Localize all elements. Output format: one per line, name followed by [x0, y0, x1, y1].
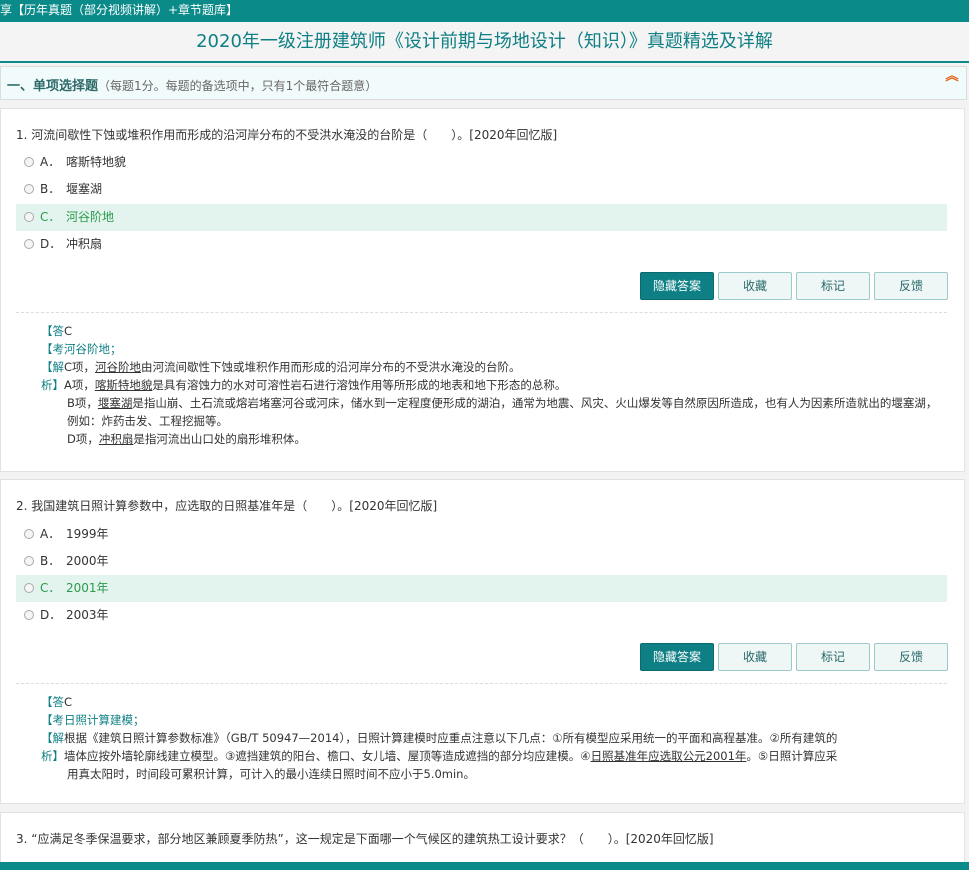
answer-row: 【答C: [41, 324, 73, 338]
option-b[interactable]: B． 堰塞湖: [16, 176, 947, 203]
collapse-icon[interactable]: ︽: [944, 70, 960, 91]
option-d[interactable]: D． 冲积扇: [16, 231, 947, 258]
option-a[interactable]: A． 1999年: [16, 521, 947, 548]
radio-icon[interactable]: [24, 583, 34, 593]
bottom-bar: [0, 862, 969, 870]
feedback-button[interactable]: 反馈: [874, 643, 948, 671]
radio-icon[interactable]: [24, 157, 34, 167]
top-breadcrumb-bar: 享【历年真题（部分视频讲解）+章节题库】: [0, 0, 969, 22]
radio-icon[interactable]: [24, 239, 34, 249]
point-row: 【考河谷阶地；: [41, 342, 122, 356]
question-card-1: 1. 河流间歇性下蚀或堆积作用而形成的沿河岸分布的不受洪水淹没的台阶是（ ）。[…: [0, 108, 965, 472]
breadcrumb: 享【历年真题（部分视频讲解）+章节题库】: [0, 3, 239, 17]
action-buttons: 隐藏答案 收藏 标记 反馈: [1, 643, 966, 671]
answer-analysis: 【答C 【考日照计算建模； 【解根据《建筑日照计算参数标准》（GB/T 5094…: [41, 693, 946, 783]
radio-icon[interactable]: [24, 212, 34, 222]
option-a[interactable]: A． 喀斯特地貌: [16, 149, 947, 176]
radio-icon[interactable]: [24, 610, 34, 620]
analysis-row: 析】墙体应按外墙轮廓线建立模型。③遮挡建筑的阳台、檐口、女儿墙、屋顶等造成遮挡的…: [41, 749, 838, 763]
analysis-row: 用真太阳时，时间段可累积计算，可计入的最小连续日照时间不应小于5.0min。: [67, 767, 475, 781]
page-title-bar: 2020年一级注册建筑师《设计前期与场地设计（知识）》真题精选及详解: [0, 22, 969, 63]
question-card-2: 2. 我国建筑日照计算参数中，应选取的日照基准年是（ ）。[2020年回忆版] …: [0, 479, 965, 804]
section-header[interactable]: 一、单项选择题（每题1分。每题的备选项中，只有1个最符合题意） ︽: [0, 66, 967, 100]
radio-icon[interactable]: [24, 529, 34, 539]
section-heading: 一、单项选择题（每题1分。每题的备选项中，只有1个最符合题意）: [7, 75, 377, 94]
hide-answer-button[interactable]: 隐藏答案: [640, 272, 714, 300]
question-text: 3. “应满足冬季保温要求，部分地区兼顾夏季防热”，这一规定是下面哪一个气候区的…: [16, 832, 714, 846]
analysis-row: 【解根据《建筑日照计算参数标准》（GB/T 50947—2014），日照计算建模…: [41, 731, 838, 745]
answer-row: 【答C: [41, 695, 73, 709]
section-note: （每题1分。每题的备选项中，只有1个最符合题意）: [98, 79, 378, 93]
radio-icon[interactable]: [24, 556, 34, 566]
option-b[interactable]: B． 2000年: [16, 548, 947, 575]
mark-button[interactable]: 标记: [796, 272, 870, 300]
option-c-correct[interactable]: C． 2001年: [16, 575, 947, 602]
favorite-button[interactable]: 收藏: [718, 272, 792, 300]
hide-answer-button[interactable]: 隐藏答案: [640, 643, 714, 671]
divider: [16, 312, 947, 313]
divider: [16, 683, 947, 684]
analysis-row: 【解C项，河谷阶地由河流间歇性下蚀或堆积作用而形成的沿河岸分布的不受洪水淹没的台…: [41, 360, 521, 374]
favorite-button[interactable]: 收藏: [718, 643, 792, 671]
mark-button[interactable]: 标记: [796, 643, 870, 671]
page-title: 2020年一级注册建筑师《设计前期与场地设计（知识）》真题精选及详解: [196, 31, 773, 52]
option-c-correct[interactable]: C． 河谷阶地: [16, 204, 947, 231]
analysis-row: D项，冲积扇是指河流出山口处的扇形堆积体。: [67, 432, 306, 446]
radio-icon[interactable]: [24, 184, 34, 194]
action-buttons: 隐藏答案 收藏 标记 反馈: [1, 272, 966, 300]
analysis-row: 析】A项，喀斯特地貌是具有溶蚀力的水对可溶性岩石进行溶蚀作用等所形成的地表和地下…: [41, 378, 567, 392]
feedback-button[interactable]: 反馈: [874, 272, 948, 300]
analysis-row: B项，堰塞湖是指山崩、土石流或熔岩堵塞河谷或河床，储水到一定程度便形成的湖泊，通…: [67, 396, 938, 428]
answer-analysis: 【答C 【考河谷阶地； 【解C项，河谷阶地由河流间歇性下蚀或堆积作用而形成的沿河…: [41, 322, 946, 448]
question-text: 1. 河流间歇性下蚀或堆积作用而形成的沿河岸分布的不受洪水淹没的台阶是（ ）。[…: [16, 128, 558, 142]
section-title: 一、单项选择题: [7, 79, 99, 94]
point-row: 【考日照计算建模；: [41, 713, 145, 727]
question-text: 2. 我国建筑日照计算参数中，应选取的日照基准年是（ ）。[2020年回忆版]: [16, 499, 438, 513]
option-d[interactable]: D． 2003年: [16, 602, 947, 629]
